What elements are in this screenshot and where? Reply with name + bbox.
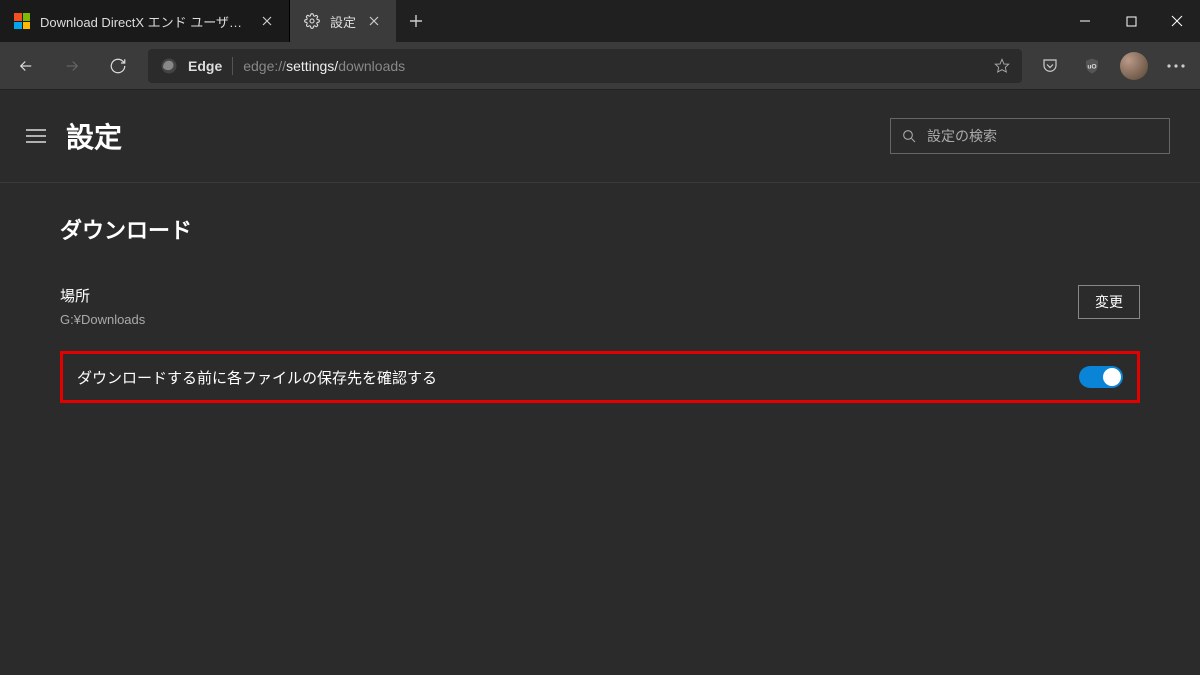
- star-icon[interactable]: [994, 58, 1010, 74]
- browser-toolbar: Edge edge://settings/downloads uO: [0, 42, 1200, 90]
- close-icon[interactable]: [259, 13, 275, 29]
- close-icon[interactable]: [366, 13, 382, 29]
- more-menu-button[interactable]: [1156, 46, 1196, 86]
- search-placeholder: 設定の検索: [927, 126, 997, 146]
- toggle-knob: [1103, 368, 1121, 386]
- location-label: 場所: [60, 285, 145, 306]
- profile-avatar[interactable]: [1114, 46, 1154, 86]
- change-location-button[interactable]: 変更: [1078, 285, 1140, 319]
- ask-before-label: ダウンロードする前に各ファイルの保存先を確認する: [77, 367, 437, 388]
- url-text: edge://settings/downloads: [243, 58, 405, 74]
- address-separator: [232, 57, 233, 75]
- settings-search-input[interactable]: 設定の検索: [890, 118, 1170, 154]
- tab-inactive[interactable]: Download DirectX エンド ユーザー ラ: [0, 0, 290, 42]
- tab-title: 設定: [330, 12, 356, 31]
- minimize-button[interactable]: [1062, 0, 1108, 42]
- ask-before-download-row: ダウンロードする前に各ファイルの保存先を確認する: [60, 351, 1140, 403]
- settings-header: 設定 設定の検索: [0, 90, 1200, 183]
- location-value: G:¥Downloads: [60, 312, 145, 327]
- hamburger-menu-button[interactable]: [24, 124, 48, 148]
- close-window-button[interactable]: [1154, 0, 1200, 42]
- tabstrip: Download DirectX エンド ユーザー ラ 設定: [0, 0, 1062, 42]
- forward-button[interactable]: [50, 44, 94, 88]
- maximize-button[interactable]: [1108, 0, 1154, 42]
- tab-active[interactable]: 設定: [290, 0, 396, 42]
- ublock-icon[interactable]: uO: [1072, 46, 1112, 86]
- section-title: ダウンロード: [60, 213, 1140, 245]
- page-title: 設定: [66, 116, 122, 156]
- svg-text:uO: uO: [1087, 63, 1096, 70]
- search-icon: [901, 128, 917, 144]
- gear-icon: [304, 13, 320, 29]
- pocket-icon[interactable]: [1030, 46, 1070, 86]
- address-bar[interactable]: Edge edge://settings/downloads: [148, 49, 1022, 83]
- window-controls: [1062, 0, 1200, 42]
- window-titlebar: Download DirectX エンド ユーザー ラ 設定: [0, 0, 1200, 42]
- settings-content: ダウンロード 場所 G:¥Downloads 変更 ダウンロードする前に各ファイ…: [0, 183, 1200, 433]
- back-button[interactable]: [4, 44, 48, 88]
- avatar-icon: [1120, 52, 1148, 80]
- new-tab-button[interactable]: [396, 0, 436, 42]
- microsoft-logo-icon: [14, 13, 30, 29]
- ask-before-toggle[interactable]: [1079, 366, 1123, 388]
- tab-title: Download DirectX エンド ユーザー ラ: [40, 12, 249, 31]
- browser-name-label: Edge: [188, 58, 222, 74]
- edge-logo-icon: [160, 57, 178, 75]
- refresh-button[interactable]: [96, 44, 140, 88]
- download-location-row: 場所 G:¥Downloads 変更: [60, 285, 1140, 327]
